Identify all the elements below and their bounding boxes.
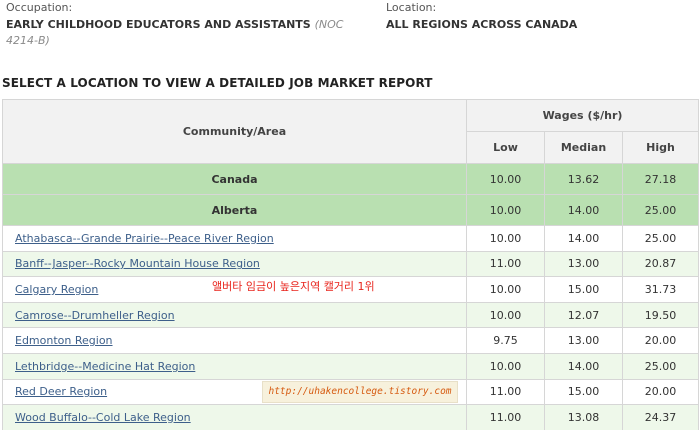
median-value: 13.62 [544, 163, 623, 195]
median-value: 13.08 [544, 404, 623, 430]
header-info: Occupation: EARLY CHILDHOOD EDUCATORS AN… [0, 0, 700, 56]
high-value: 19.50 [622, 301, 699, 329]
region-cell: Camrose--Drumheller Region [2, 301, 467, 329]
high-value: 24.37 [622, 404, 699, 430]
region-link-wood-buffalo[interactable]: Wood Buffalo--Cold Lake Region [15, 411, 191, 424]
low-value: 10.00 [466, 163, 545, 195]
occupation-value: EARLY CHILDHOOD EDUCATORS AND ASSISTANTS… [6, 17, 378, 49]
high-value: 27.18 [622, 163, 699, 195]
high-value: 20.00 [622, 327, 699, 354]
high-value: 31.73 [622, 276, 699, 303]
table-row: Banff--Jasper--Rocky Mountain House Regi… [2, 250, 699, 278]
location-value: ALL REGIONS ACROSS CANADA [386, 18, 578, 31]
region-cell: Edmonton Region [2, 327, 467, 354]
region-link-red-deer[interactable]: Red Deer Region [15, 385, 107, 398]
region-link-camrose[interactable]: Camrose--Drumheller Region [15, 309, 175, 322]
median-value: 15.00 [544, 378, 623, 406]
region-link-lethbridge[interactable]: Lethbridge--Medicine Hat Region [15, 360, 195, 373]
occupation-label: Occupation: [6, 1, 73, 14]
aggregate-row-alberta: Alberta 10.00 14.00 25.00 [2, 194, 699, 226]
low-value: 10.00 [466, 276, 545, 303]
region-cell: Lethbridge--Medicine Hat Region [2, 352, 467, 380]
low-value: 10.00 [466, 225, 545, 252]
median-value: 14.00 [544, 352, 623, 380]
community-header: Community/Area [2, 99, 467, 164]
high-header: High [622, 131, 699, 164]
low-value: 10.00 [466, 352, 545, 380]
median-value: 13.00 [544, 327, 623, 354]
aggregate-row-canada: Canada 10.00 13.62 27.18 [2, 163, 699, 195]
high-value: 20.87 [622, 250, 699, 278]
table-row: Edmonton Region 9.75 13.00 20.00 [2, 327, 699, 354]
region-link-athabasca[interactable]: Athabasca--Grande Prairie--Peace River R… [15, 232, 274, 245]
wages-header: Wages ($/hr) [466, 99, 699, 132]
table-row: Wood Buffalo--Cold Lake Region 11.00 13.… [2, 404, 699, 430]
occupation-title: EARLY CHILDHOOD EDUCATORS AND ASSISTANTS [6, 18, 311, 31]
low-value: 11.00 [466, 378, 545, 406]
aggregate-name: Canada [2, 163, 467, 195]
low-value: 11.00 [466, 250, 545, 278]
korean-annotation: 앨버타 임금이 높은지역 캘거리 1위 [212, 280, 375, 293]
region-link-banff[interactable]: Banff--Jasper--Rocky Mountain House Regi… [15, 257, 260, 270]
low-header: Low [466, 131, 545, 164]
location-block: Location: ALL REGIONS ACROSS CANADA [386, 1, 686, 33]
table-row: Lethbridge--Medicine Hat Region 10.00 14… [2, 352, 699, 380]
section-title: SELECT A LOCATION TO VIEW A DETAILED JOB… [2, 76, 433, 90]
region-cell: Wood Buffalo--Cold Lake Region [2, 404, 467, 430]
low-value: 9.75 [466, 327, 545, 354]
high-value: 25.00 [622, 225, 699, 252]
median-header: Median [544, 131, 623, 164]
table-row: Athabasca--Grande Prairie--Peace River R… [2, 225, 699, 252]
median-value: 15.00 [544, 276, 623, 303]
table-header-row: Community/Area Wages ($/hr) [2, 99, 699, 164]
region-link-calgary[interactable]: Calgary Region [15, 283, 98, 296]
low-value: 11.00 [466, 404, 545, 430]
high-value: 25.00 [622, 352, 699, 380]
watermark-url: http://uhakencollege.tistory.com [262, 381, 458, 403]
region-cell: Banff--Jasper--Rocky Mountain House Regi… [2, 250, 467, 278]
region-cell: Athabasca--Grande Prairie--Peace River R… [2, 225, 467, 252]
region-link-edmonton[interactable]: Edmonton Region [15, 334, 113, 347]
high-value: 25.00 [622, 194, 699, 226]
median-value: 14.00 [544, 225, 623, 252]
aggregate-name: Alberta [2, 194, 467, 226]
table-row: Camrose--Drumheller Region 10.00 12.07 1… [2, 301, 699, 329]
location-label: Location: [386, 1, 437, 14]
median-value: 12.07 [544, 301, 623, 329]
median-value: 13.00 [544, 250, 623, 278]
low-value: 10.00 [466, 301, 545, 329]
low-value: 10.00 [466, 194, 545, 226]
median-value: 14.00 [544, 194, 623, 226]
occupation-block: Occupation: EARLY CHILDHOOD EDUCATORS AN… [6, 1, 378, 49]
high-value: 20.00 [622, 378, 699, 406]
